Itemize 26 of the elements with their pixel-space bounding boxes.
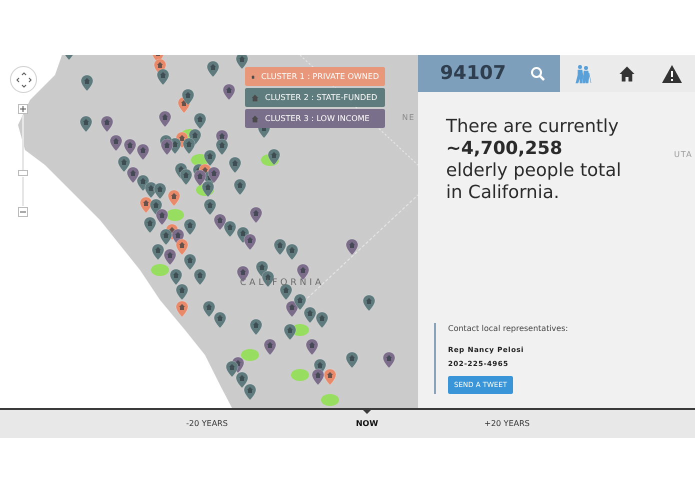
legend-item[interactable]: CLUSTER 3 : LOW INCOME bbox=[245, 109, 385, 128]
legend-label: CLUSTER 3 : LOW INCOME bbox=[265, 112, 370, 124]
search-field[interactable]: 94107 bbox=[418, 55, 560, 92]
zoom-handle[interactable] bbox=[18, 170, 28, 176]
warning-icon[interactable] bbox=[662, 64, 682, 82]
contact-heading: Contact local representatives: bbox=[448, 323, 568, 335]
arrows-icon bbox=[16, 72, 32, 88]
timeline-tab[interactable]: NOW bbox=[356, 418, 378, 430]
legend-label: CLUSTER 1 : PRIVATE OWNED bbox=[261, 70, 379, 82]
zoom-in-button[interactable] bbox=[18, 104, 28, 114]
plus-icon bbox=[20, 106, 26, 112]
minus-icon bbox=[20, 209, 26, 215]
legend-item[interactable]: CLUSTER 2 : STATE-FUNDED bbox=[245, 88, 385, 107]
house-icon bbox=[251, 94, 259, 102]
house-icon bbox=[251, 72, 256, 80]
map-label: UTA bbox=[674, 149, 693, 161]
zoom-out-button[interactable] bbox=[18, 207, 28, 217]
map-label: NE bbox=[402, 112, 416, 124]
search-icon[interactable] bbox=[530, 66, 546, 82]
house-icon bbox=[251, 114, 259, 122]
home-icon[interactable] bbox=[618, 64, 636, 82]
search-value: 94107 bbox=[440, 61, 506, 86]
timeline-tab[interactable]: -20 YEARS bbox=[186, 418, 228, 430]
timeline-tab[interactable]: +20 YEARS bbox=[484, 418, 530, 430]
population-text: There are currently ~4,700,258 elderly people total in California. bbox=[446, 116, 622, 204]
legend-label: CLUSTER 2 : STATE-FUNDED bbox=[265, 92, 378, 104]
